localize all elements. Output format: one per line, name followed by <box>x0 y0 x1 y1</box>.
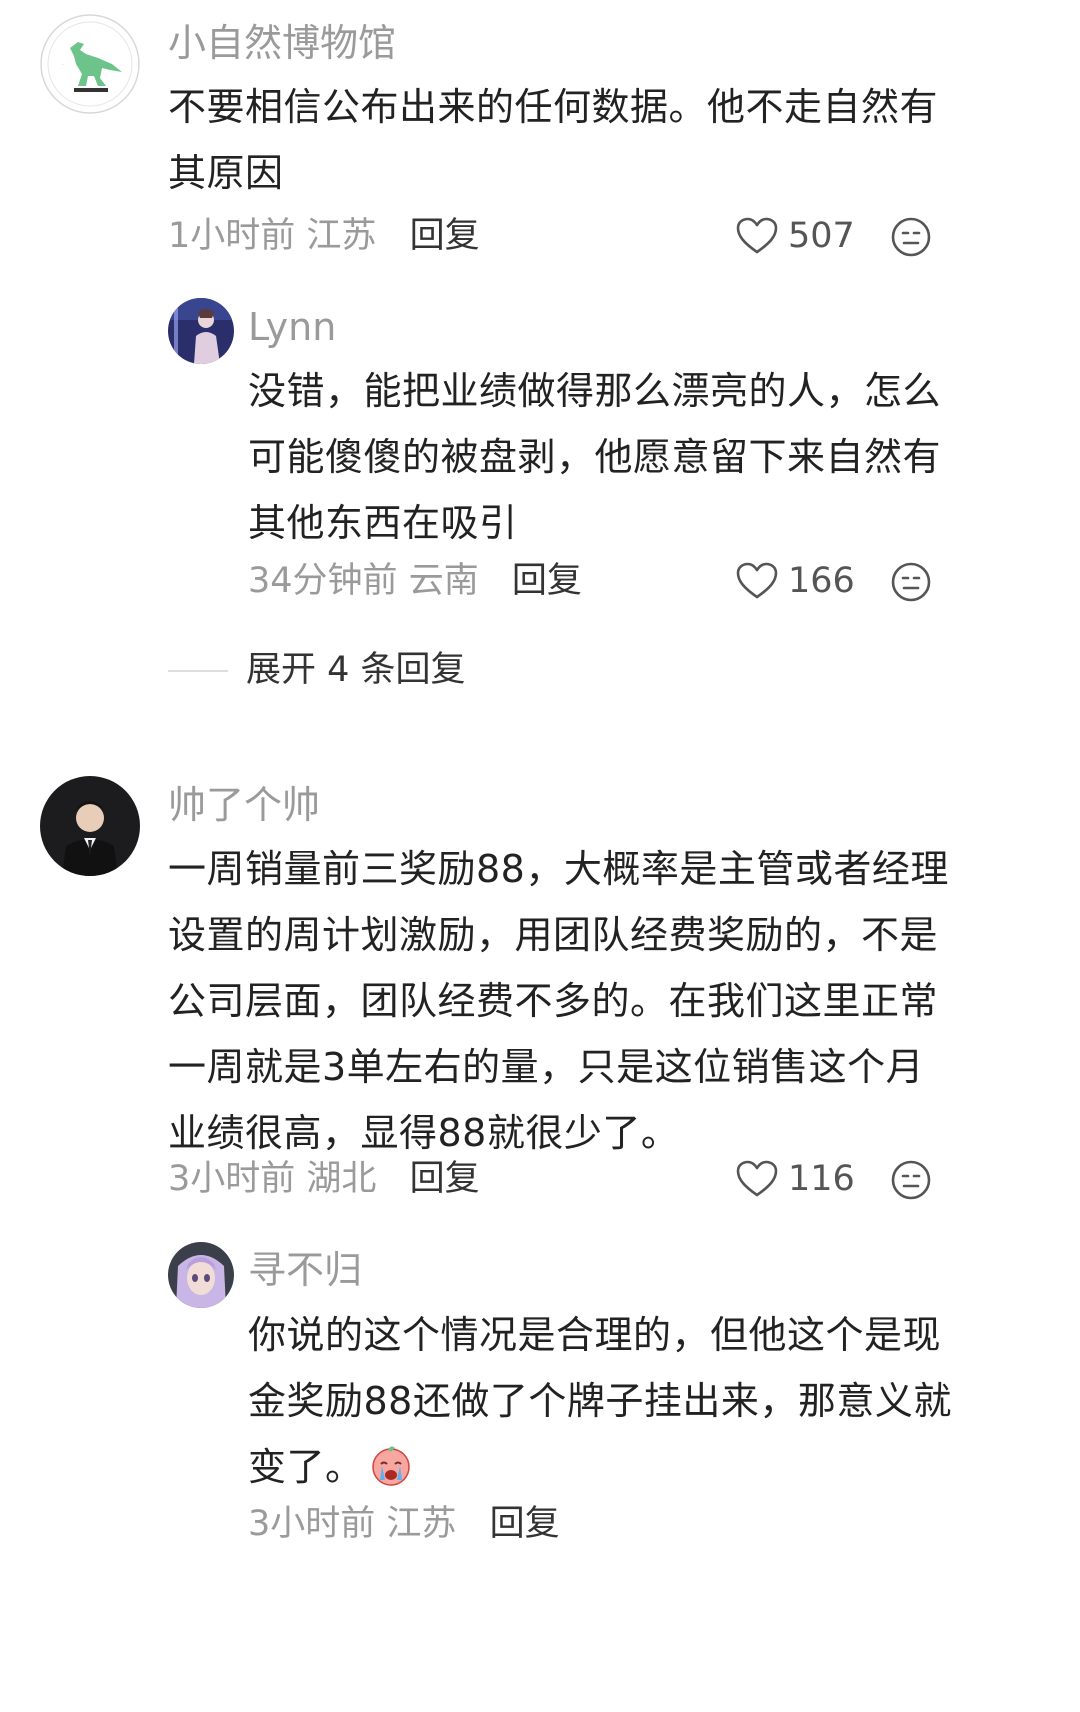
avatar-xunbugui[interactable] <box>168 1242 234 1308</box>
reply-line-last: 变了。 <box>248 1434 952 1500</box>
meh-face-icon <box>891 562 931 602</box>
reply-line: 金奖励88还做了个牌子挂出来，那意义就 <box>248 1379 952 1423</box>
comment-meta: 3小时前 湖北 回复 <box>168 1162 480 1197</box>
reply-body: 你说的这个情况是合理的，但他这个是现 金奖励88还做了个牌子挂出来，那意义就 变… <box>248 1302 952 1500</box>
comment-line: 一周就是3单左右的量，只是这位销售这个月 <box>168 1045 925 1089</box>
comment-line: 其原因 <box>168 151 284 195</box>
reply-button[interactable]: 回复 <box>410 216 480 256</box>
avatar-lynn[interactable] <box>168 298 234 364</box>
meh-face-icon <box>891 217 931 257</box>
man-in-suit-avatar <box>40 776 140 876</box>
reply-body: 没错，能把业绩做得那么漂亮的人，怎么 可能傻傻的被盘剥，他愿意留下来自然有 其他… <box>248 358 941 556</box>
comment-section: · 小自然博物馆 不要相信公布出来的任何数据。他不走自然有 其原因 1小时前 江… <box>0 0 1080 1712</box>
like-button[interactable]: 166 <box>736 562 855 600</box>
heart-icon <box>736 217 778 254</box>
dinosaur-logo-icon: · <box>40 14 140 114</box>
timestamp: 3小时前 <box>168 1159 296 1199</box>
reply-button[interactable]: 回复 <box>490 1504 560 1544</box>
location: 云南 <box>408 561 479 601</box>
reply-button[interactable]: 回复 <box>512 561 582 601</box>
username[interactable]: 寻不归 <box>248 1251 362 1289</box>
comment-line: 一周销量前三奖励88，大概率是主管或者经理 <box>168 847 949 891</box>
location: 湖北 <box>306 1159 377 1199</box>
divider-line <box>168 669 228 672</box>
portrait-painting-avatar <box>168 298 234 364</box>
reply-line: 变了。 <box>248 1445 364 1489</box>
username[interactable]: 帅了个帅 <box>168 786 320 824</box>
like-count: 166 <box>788 560 855 601</box>
location: 江苏 <box>306 216 377 256</box>
like-button[interactable]: 116 <box>736 1160 855 1198</box>
meh-face-icon <box>891 1160 931 1200</box>
comment-line: 不要相信公布出来的任何数据。他不走自然有 <box>168 85 939 129</box>
reply-meta: 3小时前 江苏 回复 <box>248 1507 560 1542</box>
comment-line: 业绩很高，显得88就很少了。 <box>168 1111 680 1155</box>
avatar-natural-museum[interactable]: · <box>40 14 140 114</box>
comment-line: 公司层面，团队经费不多的。在我们这里正常 <box>168 979 939 1023</box>
comment-body: 不要相信公布出来的任何数据。他不走自然有 其原因 <box>168 74 938 206</box>
heart-icon <box>736 1160 778 1197</box>
expand-replies-label: 展开 4 条回复 <box>246 650 466 690</box>
comment-line: 设置的周计划激励，用团队经费奖励的，不是 <box>168 913 939 957</box>
username[interactable]: 小自然博物馆 <box>168 24 396 62</box>
comment-body: 一周销量前三奖励88，大概率是主管或者经理 设置的周计划激励，用团队经费奖励的，… <box>168 836 949 1166</box>
comment-meta: 1小时前 江苏 回复 <box>168 219 480 254</box>
heart-icon <box>736 562 778 599</box>
dislike-button[interactable] <box>890 1159 932 1201</box>
reply-line: 其他东西在吸引 <box>248 501 518 545</box>
reply-line: 可能傻傻的被盘剥，他愿意留下来自然有 <box>248 435 942 479</box>
location: 江苏 <box>386 1504 457 1544</box>
reply-button[interactable]: 回复 <box>410 1159 480 1199</box>
like-count: 507 <box>788 215 855 256</box>
dislike-button[interactable] <box>890 216 932 258</box>
username[interactable]: Lynn <box>248 308 336 346</box>
expand-replies-button[interactable]: 展开 4 条回复 <box>168 653 466 688</box>
like-count: 116 <box>788 1158 855 1199</box>
timestamp: 1小时前 <box>168 216 296 256</box>
like-button[interactable]: 507 <box>736 217 855 255</box>
reply-line: 你说的这个情况是合理的，但他这个是现 <box>248 1313 942 1357</box>
reply-meta: 34分钟前 云南 回复 <box>248 564 582 599</box>
crying-face-emoji <box>371 1446 410 1486</box>
reply-line: 没错，能把业绩做得那么漂亮的人，怎么 <box>248 369 942 413</box>
avatar-shuai[interactable] <box>40 776 140 876</box>
timestamp: 34分钟前 <box>248 561 398 601</box>
anime-girl-avatar <box>168 1242 234 1308</box>
timestamp: 3小时前 <box>248 1504 376 1544</box>
dislike-button[interactable] <box>890 561 932 603</box>
